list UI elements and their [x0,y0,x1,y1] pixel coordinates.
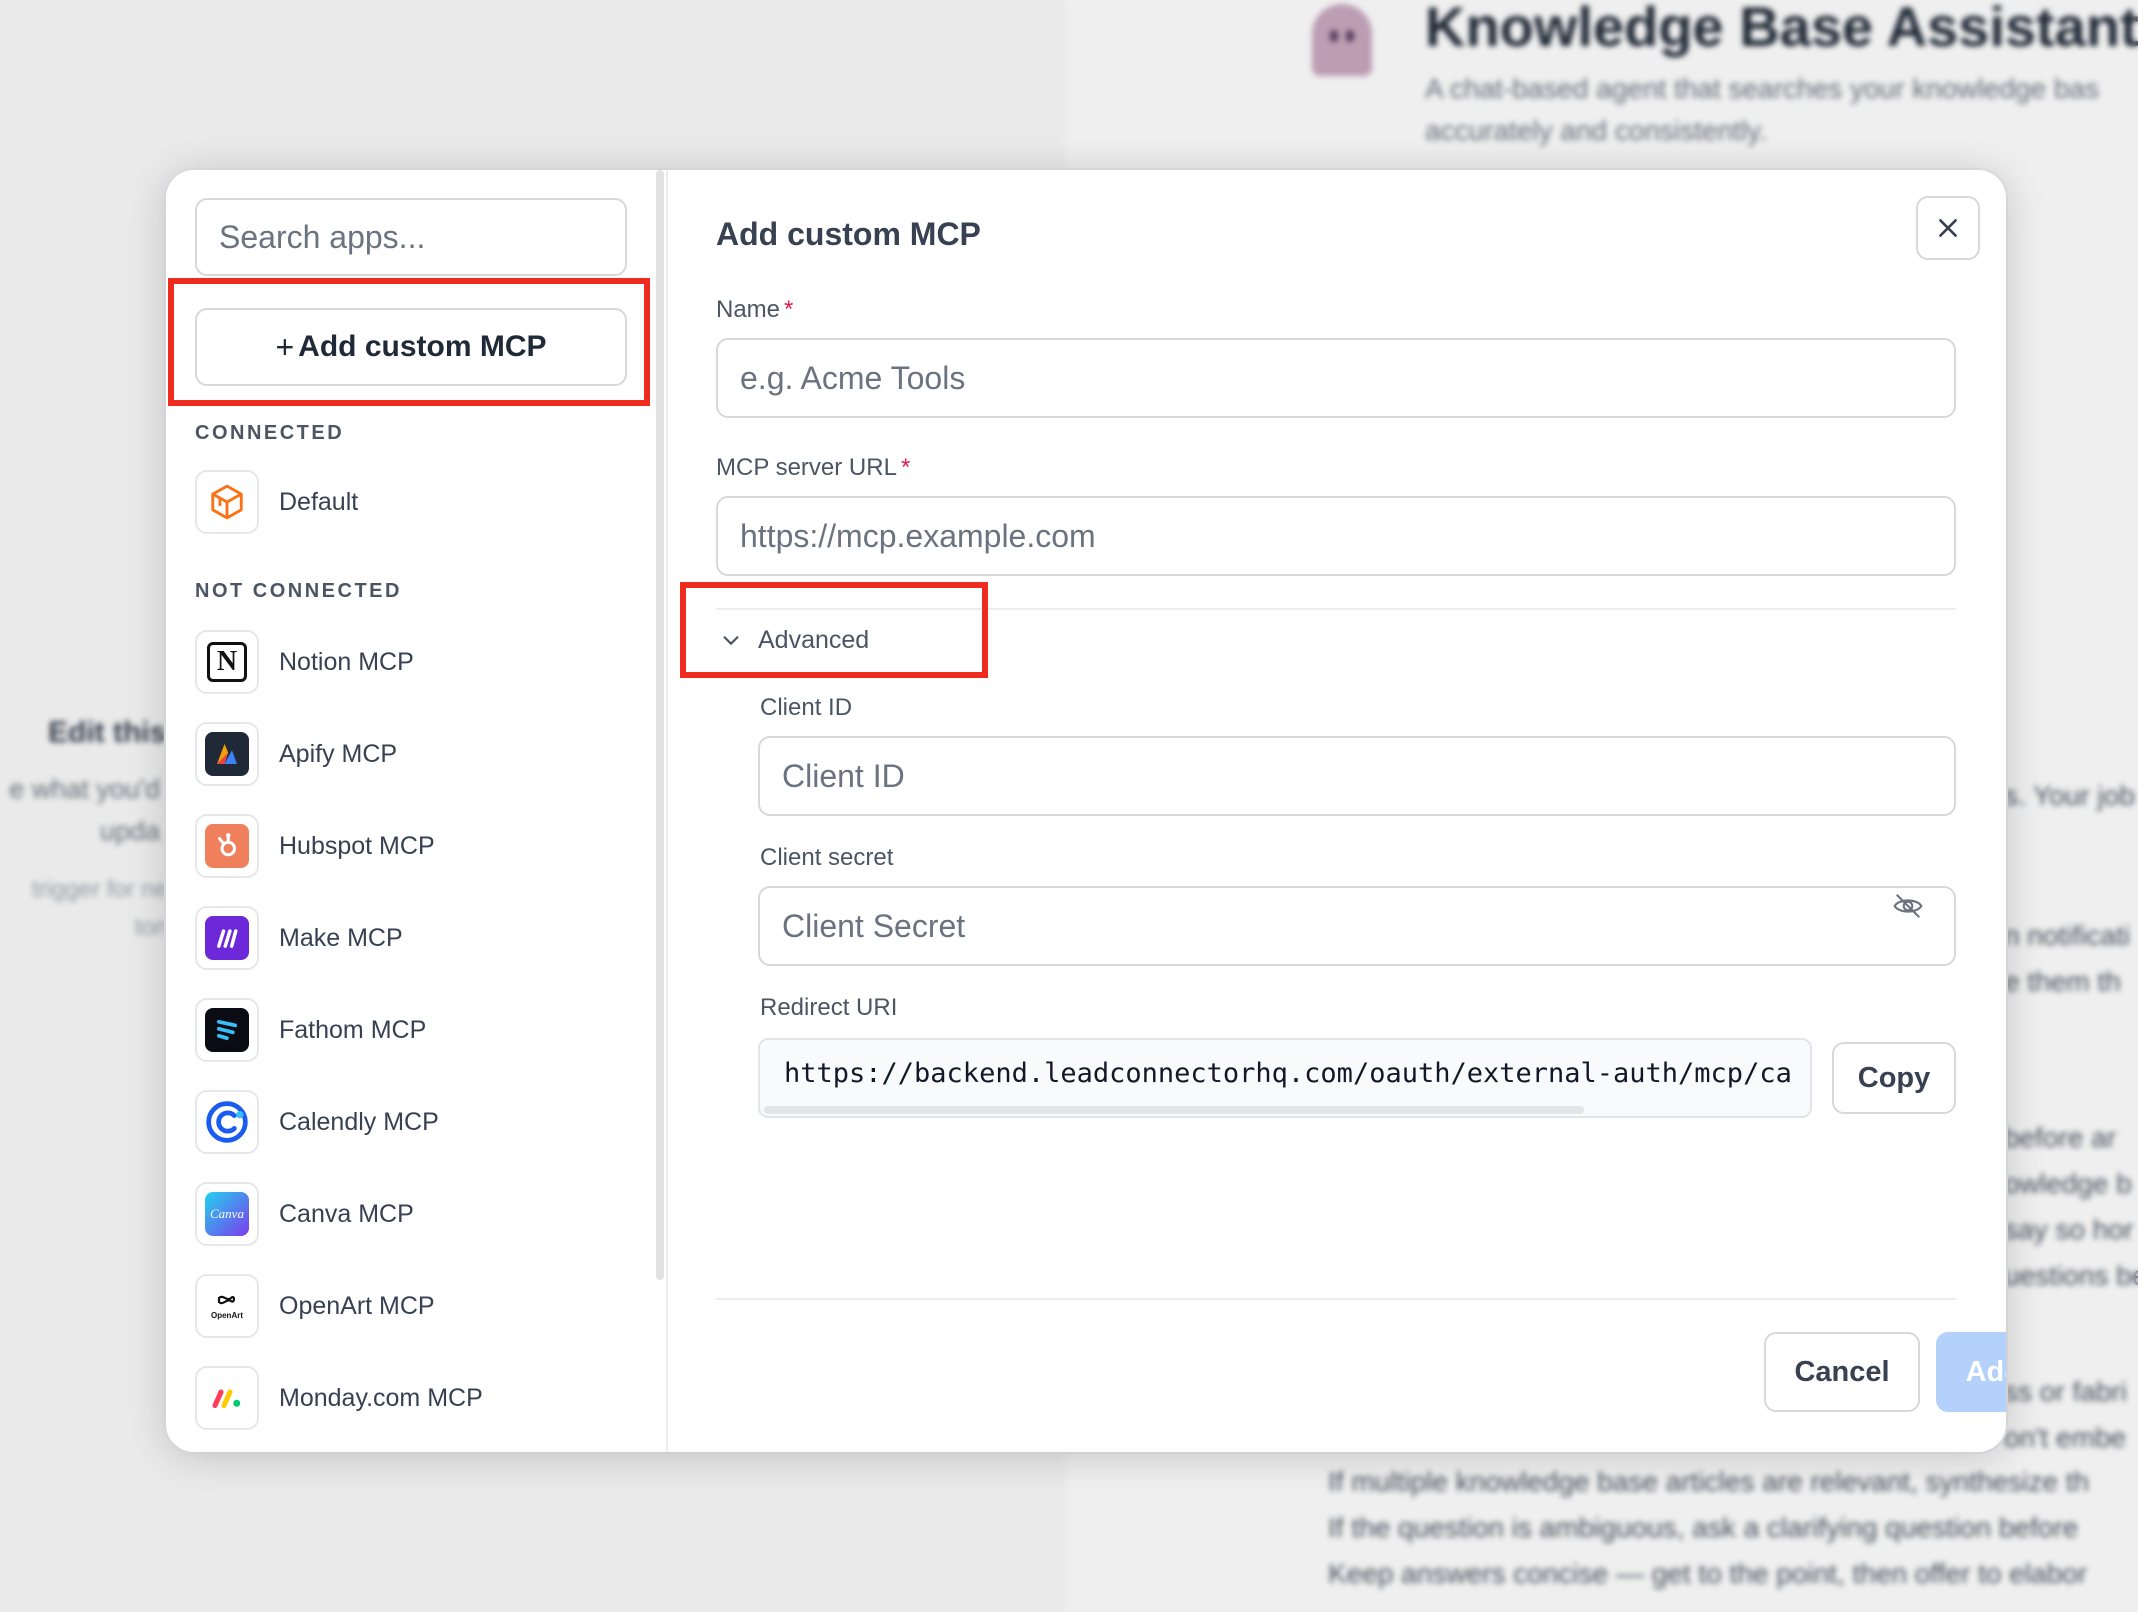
toggle-secret-visibility-button[interactable] [1890,888,1926,924]
app-label: Fathom MCP [279,1015,427,1044]
make-icon [195,906,259,970]
client-id-input[interactable] [758,736,1956,816]
app-item-monday[interactable]: Monday.com MCP [195,1366,635,1430]
app-label: Hubspot MCP [279,831,435,860]
monday-icon [195,1366,259,1430]
app-item-canva[interactable]: Canva Canva MCP [195,1182,635,1246]
form-title: Add custom MCP [716,216,981,252]
advanced-label: Advanced [758,625,870,654]
app-item-fathom[interactable]: Fathom MCP [195,998,635,1062]
canva-icon: Canva [195,1182,259,1246]
app-item-calendly[interactable]: Calendly MCP [195,1090,635,1154]
openart-icon: OpenArt [195,1274,259,1338]
advanced-toggle[interactable]: Advanced [720,620,869,660]
app-item-notion[interactable]: N Notion MCP [195,630,635,694]
app-label: Apify MCP [279,739,398,768]
redirect-uri-value: https://backend.leadconnectorhq.com/oaut… [784,1058,1794,1089]
close-icon [1939,219,1957,237]
default-cube-icon [195,470,259,534]
svg-text:OpenArt: OpenArt [211,1311,243,1320]
redirect-uri-label: Redirect URI [760,994,898,1021]
app-label: Default [279,487,359,516]
client-id-label: Client ID [760,694,853,721]
not-connected-section-label: NOT CONNECTED [195,580,402,602]
chevron-down-icon [723,636,739,645]
apps-sidebar: + Add custom MCP CONNECTED Default NOT C… [166,170,666,1452]
calendly-icon [195,1090,259,1154]
fathom-icon [195,998,259,1062]
redirect-uri-field[interactable]: https://backend.leadconnectorhq.com/oaut… [758,1038,1812,1118]
divider [716,608,1956,610]
connected-section-label: CONNECTED [195,422,345,444]
client-secret-label: Client secret [760,844,894,871]
notion-icon: N [195,630,259,694]
search-apps-input[interactable] [195,198,627,276]
footer-divider [716,1298,1956,1300]
redirect-uri-scrollbar[interactable] [764,1106,1584,1114]
add-custom-mcp-label: Add custom MCP [298,330,547,363]
client-secret-input[interactable] [758,886,1956,966]
app-label: Monday.com MCP [279,1383,483,1412]
close-button[interactable] [1916,196,1980,260]
add-custom-mcp-button[interactable]: + Add custom MCP [195,308,627,386]
required-marker: * [900,454,911,481]
copy-redirect-uri-button[interactable]: Copy [1832,1042,1956,1114]
server-url-label: MCP server URL * [716,454,911,481]
screen: Knowledge Base Assistant A chat-based ag… [0,0,2138,1612]
app-label: Calendly MCP [279,1107,439,1136]
app-item-make[interactable]: Make MCP [195,906,635,970]
app-label: Notion MCP [279,647,414,676]
plus-icon: + [275,328,295,365]
app-item-openart[interactable]: OpenArt OpenArt MCP [195,1274,635,1338]
app-label: OpenArt MCP [279,1291,435,1320]
add-app-modal: + Add custom MCP CONNECTED Default NOT C… [166,170,2006,1452]
eye-off-icon [1893,894,1923,918]
app-label: Canva MCP [279,1199,414,1228]
hubspot-icon [195,814,259,878]
app-item-default[interactable]: Default [195,470,635,534]
app-label: Make MCP [279,923,403,952]
server-url-input[interactable] [716,496,1956,576]
sidebar-scrollbar[interactable] [656,170,664,1280]
apify-icon [195,722,259,786]
required-marker: * [784,296,794,323]
app-item-hubspot[interactable]: Hubspot MCP [195,814,635,878]
add-mcp-button[interactable]: Add MCP [1936,1332,2006,1412]
name-input[interactable] [716,338,1956,418]
cancel-button[interactable]: Cancel [1764,1332,1920,1412]
app-item-apify[interactable]: Apify MCP [195,722,635,786]
custom-mcp-form: Add custom MCP Name* MCP server URL* Adv… [668,170,2006,1452]
name-label: Name * [716,296,794,323]
